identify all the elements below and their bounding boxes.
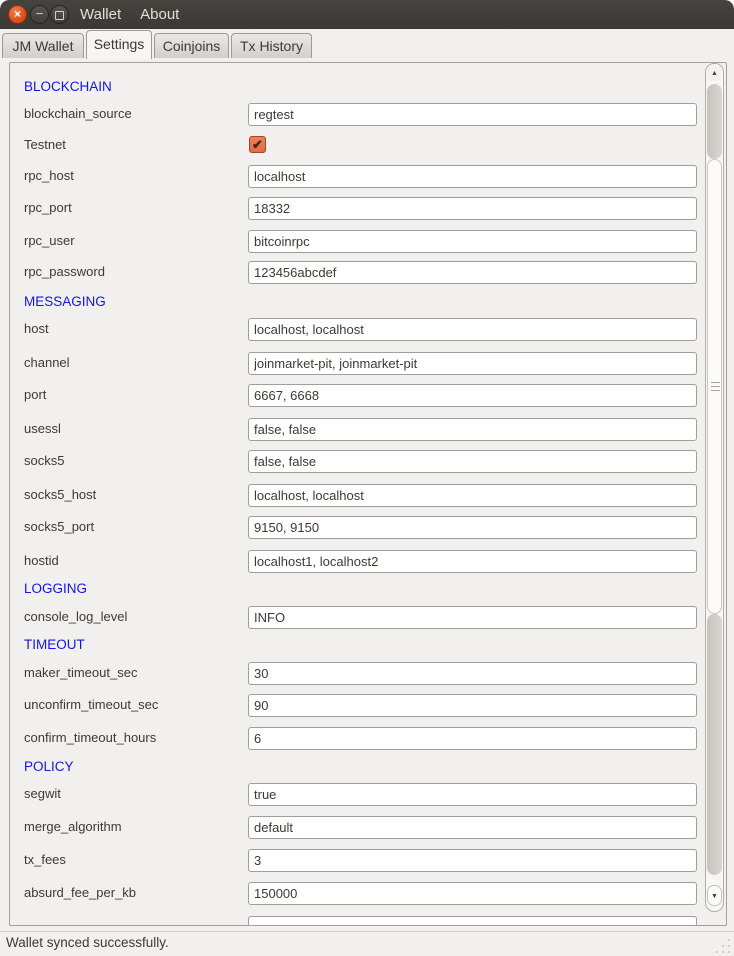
field-label-blockchain_source: blockchain_source <box>24 106 132 123</box>
field-label-usessl: usessl <box>24 421 61 438</box>
app-window: × − Wallet About JM Wallet Settings Coin… <box>0 0 734 956</box>
field-input-merge_algorithm[interactable] <box>248 816 697 839</box>
settings-panel: ▲ ▼ BLOCKCHAIN blockchain_source Testnet ✔ r… <box>9 62 727 926</box>
scrollbar-thumb[interactable] <box>707 159 722 614</box>
field-label-rpc_port: rpc_port <box>24 200 72 217</box>
field-label-confirm_timeout_hours: confirm_timeout_hours <box>24 730 156 747</box>
section-header-blockchain: BLOCKCHAIN <box>24 79 112 96</box>
menu-about[interactable]: About <box>138 6 181 23</box>
field-label-unconfirm_timeout_sec: unconfirm_timeout_sec <box>24 697 158 714</box>
field-input-socks5[interactable] <box>248 450 697 473</box>
resize-grip[interactable] <box>716 939 732 955</box>
section-header-policy: POLICY <box>24 759 74 776</box>
field-label-rpc_host: rpc_host <box>24 168 74 185</box>
minimize-button[interactable]: − <box>30 5 49 24</box>
field-label-merge_algorithm: merge_algorithm <box>24 819 122 836</box>
field-input-unconfirm_timeout_sec[interactable] <box>248 694 697 717</box>
checkbox-testnet[interactable]: ✔ <box>249 136 266 153</box>
field-input-confirm_timeout_hours[interactable] <box>248 727 697 750</box>
field-input-usessl[interactable] <box>248 418 697 441</box>
section-header-messaging: MESSAGING <box>24 294 106 311</box>
field-input-blockchain_source[interactable] <box>248 103 697 126</box>
field-input-tx_fees[interactable] <box>248 849 697 872</box>
field-label-port: port <box>24 387 46 404</box>
tab-jm-wallet[interactable]: JM Wallet <box>2 33 84 58</box>
field-input-rpc_password[interactable] <box>248 261 697 284</box>
scrollbar-trough-bottom[interactable] <box>707 614 722 875</box>
field-input-rpc_user[interactable] <box>248 230 697 253</box>
field-label-rpc_password: rpc_password <box>24 264 105 281</box>
tab-tx-history[interactable]: Tx History <box>231 33 312 58</box>
field-label-hostid: hostid <box>24 553 59 570</box>
field-input-host[interactable] <box>248 318 697 341</box>
field-label-tx_fees: tx_fees <box>24 852 66 869</box>
status-bar: Wallet synced successfully. <box>0 931 734 956</box>
field-label-rpc_user: rpc_user <box>24 233 75 250</box>
section-header-timeout: TIMEOUT <box>24 637 85 654</box>
field-label-channel: channel <box>24 355 70 372</box>
tab-bar: JM Wallet Settings Coinjoins Tx History <box>0 29 734 58</box>
vertical-scrollbar[interactable]: ▲ ▼ <box>705 63 724 912</box>
field-input-rpc_port[interactable] <box>248 197 697 220</box>
field-input-clipped[interactable] <box>248 916 697 926</box>
field-input-socks5_host[interactable] <box>248 484 697 507</box>
field-input-segwit[interactable] <box>248 783 697 806</box>
field-input-port[interactable] <box>248 384 697 407</box>
field-label-socks5_host: socks5_host <box>24 487 96 504</box>
field-input-maker_timeout_sec[interactable] <box>248 662 697 685</box>
field-label-absurd_fee_per_kb: absurd_fee_per_kb <box>24 885 136 902</box>
menubar: Wallet About <box>78 0 181 29</box>
field-label-testnet: Testnet <box>24 137 66 154</box>
field-label-console_log_level: console_log_level <box>24 609 127 626</box>
field-input-rpc_host[interactable] <box>248 165 697 188</box>
field-label-host: host <box>24 321 49 338</box>
field-input-absurd_fee_per_kb[interactable] <box>248 882 697 905</box>
field-label-socks5: socks5 <box>24 453 64 470</box>
scroll-up-button[interactable]: ▲ <box>707 66 722 81</box>
tab-settings[interactable]: Settings <box>86 30 152 59</box>
tab-coinjoins[interactable]: Coinjoins <box>154 33 229 58</box>
menu-wallet[interactable]: Wallet <box>78 6 123 23</box>
status-message: Wallet synced successfully. <box>6 935 169 950</box>
scroll-down-button[interactable]: ▼ <box>707 885 722 906</box>
field-input-channel[interactable] <box>248 352 697 375</box>
close-button[interactable]: × <box>8 5 27 24</box>
field-label-socks5_port: socks5_port <box>24 519 94 536</box>
titlebar: × − Wallet About <box>0 0 734 29</box>
maximize-button[interactable] <box>50 5 69 24</box>
field-input-socks5_port[interactable] <box>248 516 697 539</box>
field-label-segwit: segwit <box>24 786 61 803</box>
field-label-maker_timeout_sec: maker_timeout_sec <box>24 665 137 682</box>
field-input-console_log_level[interactable] <box>248 606 697 629</box>
section-header-logging: LOGGING <box>24 581 87 598</box>
scrollbar-grip-icon <box>711 382 720 383</box>
scrollbar-trough-top[interactable] <box>707 84 722 159</box>
maximize-icon <box>55 11 64 20</box>
field-input-hostid[interactable] <box>248 550 697 573</box>
